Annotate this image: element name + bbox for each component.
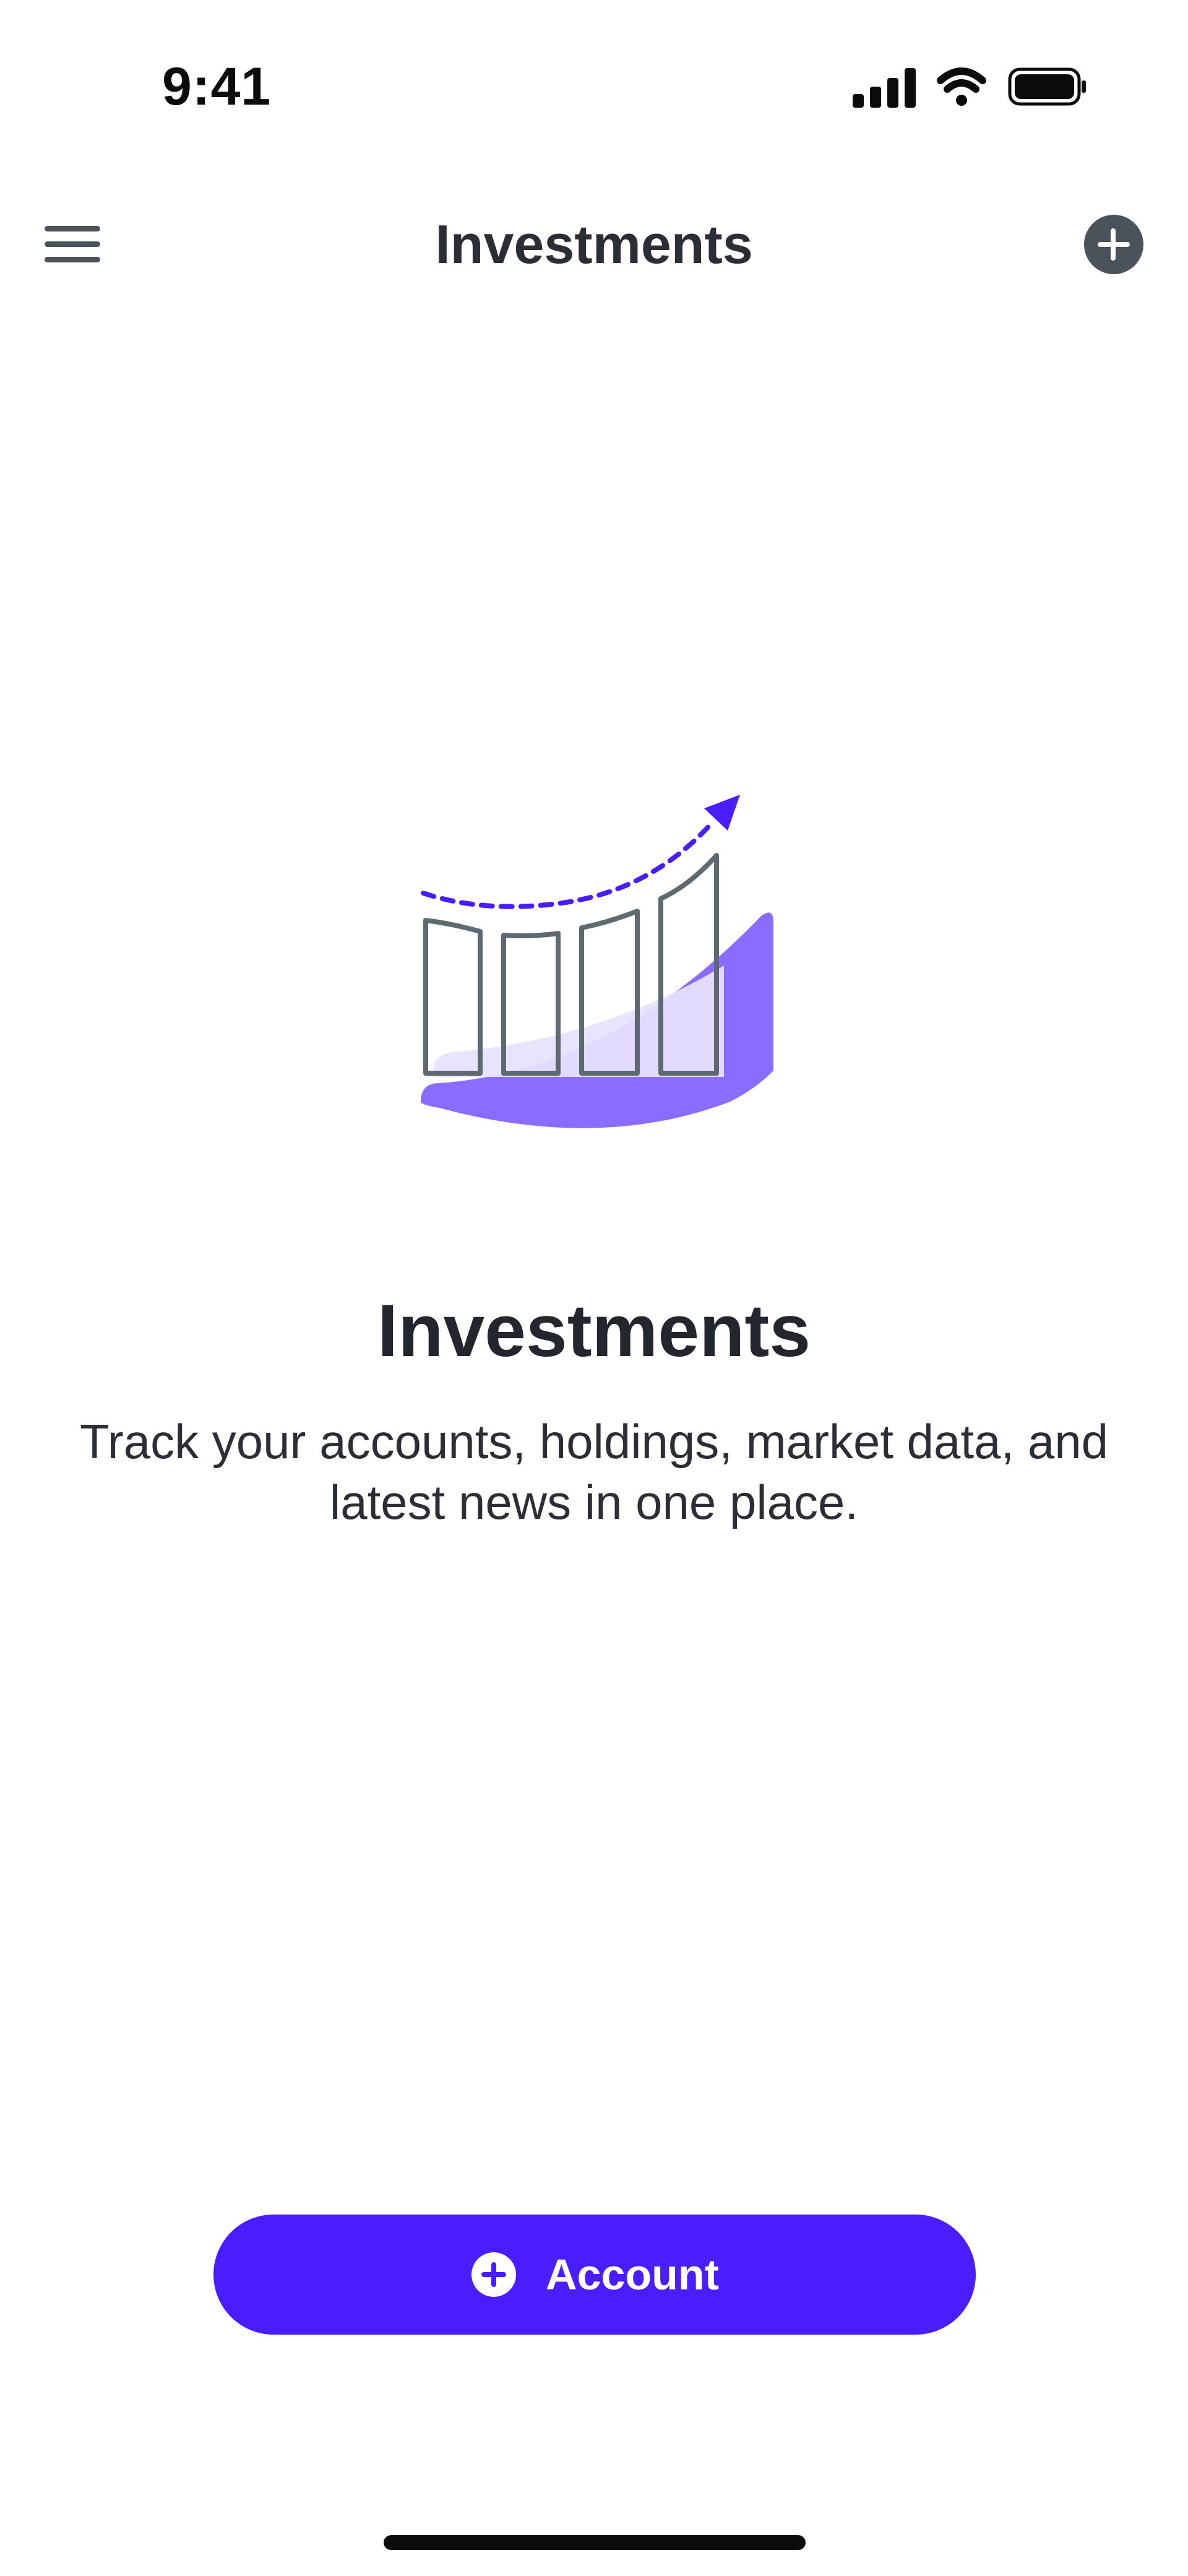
status-icons	[853, 67, 1086, 108]
status-bar: 9:41	[0, 0, 1188, 173]
plus-circle-icon	[1084, 215, 1143, 274]
battery-icon	[1008, 67, 1086, 106]
add-account-label: Account	[546, 2250, 719, 2299]
empty-state-description: Track your accounts, holdings, market da…	[80, 1414, 1108, 1529]
add-account-button[interactable]: Account	[213, 2215, 976, 2335]
investments-screen: 9:41 Investments Investments Track your …	[0, 0, 1188, 2576]
nav-bar: Investments	[0, 186, 1188, 309]
illustration-swoosh-light	[433, 966, 724, 1077]
empty-state-title: Investments	[377, 1289, 811, 1372]
page-title: Investments	[435, 214, 753, 275]
trend-arrow-head	[704, 795, 740, 831]
plus-circle-icon	[471, 2252, 516, 2297]
wifi-icon	[937, 67, 986, 106]
status-time: 9:41	[162, 57, 272, 116]
cellular-signal-icon	[853, 68, 916, 108]
add-button[interactable]	[1077, 210, 1151, 279]
menu-button[interactable]	[36, 210, 110, 279]
hamburger-menu-icon	[45, 226, 100, 262]
home-indicator[interactable]	[384, 2535, 806, 2550]
growth-bar-chart-icon	[421, 795, 773, 1128]
